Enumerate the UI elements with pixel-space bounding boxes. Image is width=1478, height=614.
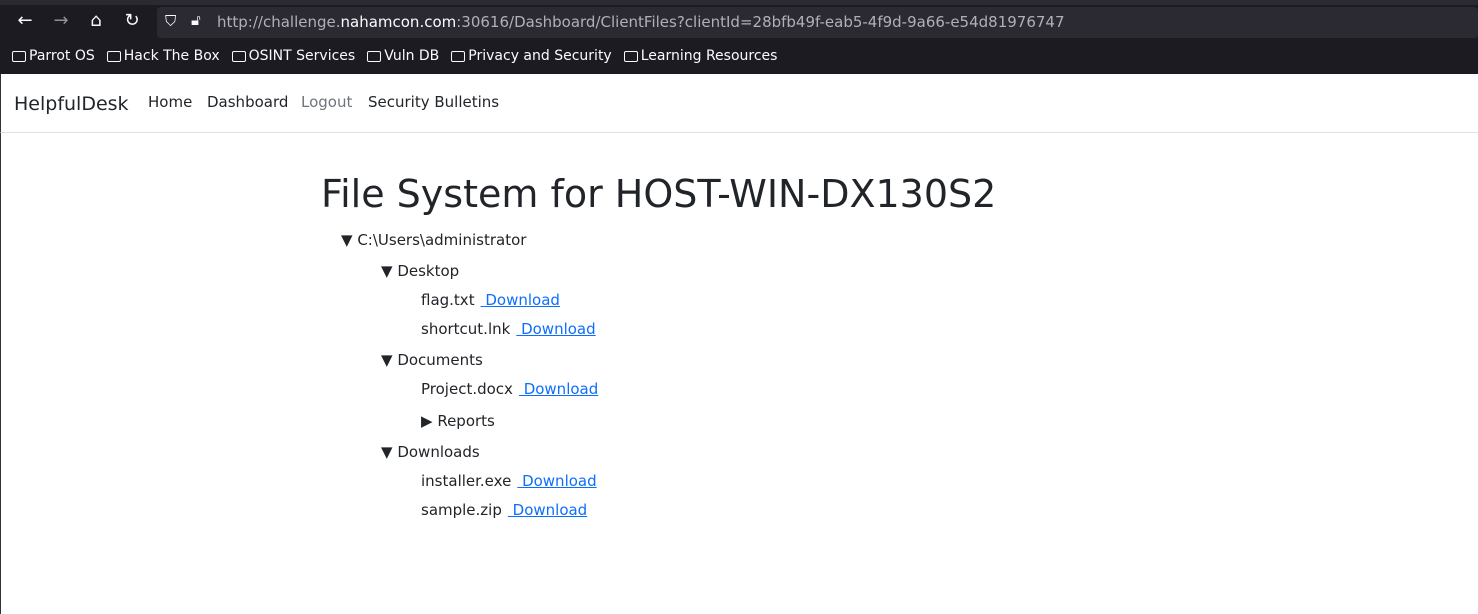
browser-chrome: ← → ⌂ ↻ ⛉ 🔓︎ http://challenge.nahamcon.c… <box>0 0 1478 74</box>
file-name: installer.exe <box>421 472 512 490</box>
nav-logout[interactable]: Logout <box>301 93 352 111</box>
bookmark-label: Vuln DB <box>384 48 440 64</box>
forward-icon[interactable]: → <box>49 10 73 31</box>
bookmark-learning[interactable]: Learning Resources <box>623 48 778 64</box>
download-link[interactable]: Download <box>517 472 597 490</box>
expanded-triangle-icon[interactable]: ▼ <box>341 231 353 249</box>
folder-root[interactable]: ▼ C:\Users\administrator <box>341 231 526 249</box>
bookmark-label: OSINT Services <box>248 48 356 64</box>
file-item: Project.docx Download <box>421 380 598 398</box>
url-prefix: http://challenge. <box>217 13 341 31</box>
folder-icon <box>12 50 26 62</box>
bookmark-privacy[interactable]: Privacy and Security <box>451 48 612 64</box>
expanded-triangle-icon[interactable]: ▼ <box>381 443 393 461</box>
folder-desktop[interactable]: ▼ Desktop <box>381 262 459 280</box>
folder-downloads[interactable]: ▼ Downloads <box>381 443 480 461</box>
back-icon[interactable]: ← <box>13 10 37 31</box>
nav-dashboard[interactable]: Dashboard <box>207 93 288 111</box>
bookmark-label: Privacy and Security <box>468 48 612 64</box>
reload-icon[interactable]: ↻ <box>120 10 144 31</box>
address-bar[interactable]: ⛉ 🔓︎ http://challenge.nahamcon.com:30616… <box>157 7 1478 38</box>
url-suffix: :30616/Dashboard/ClientFiles?clientId=28… <box>456 13 1065 31</box>
folder-label: Documents <box>397 351 483 369</box>
tab-strip <box>0 0 1478 5</box>
folder-icon <box>231 50 246 62</box>
collapsed-triangle-icon[interactable]: ▶ <box>421 412 433 430</box>
insecure-lock-icon[interactable]: 🔓︎ <box>191 11 201 29</box>
bookmark-vuln-db[interactable]: Vuln DB <box>367 48 439 64</box>
file-name: Project.docx <box>421 380 513 398</box>
file-name: flag.txt <box>421 291 475 309</box>
url-domain: nahamcon.com <box>340 13 457 31</box>
bookmark-hack-the-box[interactable]: Hack The Box <box>106 48 220 64</box>
folder-icon <box>367 50 382 62</box>
bookmark-osint[interactable]: OSINT Services <box>231 48 356 64</box>
folder-label: C:\Users\administrator <box>357 231 527 249</box>
folder-label: Reports <box>437 412 495 430</box>
file-name: sample.zip <box>421 501 502 519</box>
download-link[interactable]: Download <box>516 320 596 338</box>
folder-icon <box>451 50 466 62</box>
file-item: flag.txt Download <box>421 291 560 309</box>
brand-link[interactable]: HelpfulDesk <box>14 93 129 115</box>
site-navbar: HelpfulDesk Home Dashboard Logout Securi… <box>0 74 1478 133</box>
folder-label: Downloads <box>397 443 480 461</box>
nav-security-bulletins[interactable]: Security Bulletins <box>368 93 499 111</box>
download-link[interactable]: Download <box>519 380 599 398</box>
url-text[interactable]: http://challenge.nahamcon.com:30616/Dash… <box>217 13 1065 31</box>
download-link[interactable]: Download <box>508 501 588 519</box>
expanded-triangle-icon[interactable]: ▼ <box>381 262 393 280</box>
download-link[interactable]: Download <box>481 291 560 309</box>
home-icon[interactable]: ⌂ <box>84 10 108 31</box>
folder-label: Desktop <box>397 262 460 280</box>
bookmark-label: Hack The Box <box>123 48 220 64</box>
file-item: sample.zip Download <box>421 501 587 519</box>
folder-reports[interactable]: ▶ Reports <box>421 412 495 430</box>
file-item: installer.exe Download <box>421 472 597 490</box>
file-item: shortcut.lnk Download <box>421 320 596 338</box>
folder-documents[interactable]: ▼ Documents <box>381 351 483 369</box>
bookmark-parrot-os[interactable]: Parrot OS <box>12 48 95 64</box>
bookmarks-bar: Parrot OS Hack The Box OSINT Services Vu… <box>12 48 777 64</box>
file-name: shortcut.lnk <box>421 320 511 338</box>
page-title: File System for HOST-WIN-DX130S2 <box>321 172 997 216</box>
nav-home[interactable]: Home <box>148 93 192 111</box>
folder-icon <box>623 50 638 62</box>
window-edge <box>0 133 1 614</box>
bookmark-label: Learning Resources <box>640 48 778 64</box>
shield-icon[interactable]: ⛉ <box>165 12 176 30</box>
folder-icon <box>106 50 121 62</box>
expanded-triangle-icon[interactable]: ▼ <box>381 351 393 369</box>
bookmark-label: Parrot OS <box>29 48 95 64</box>
